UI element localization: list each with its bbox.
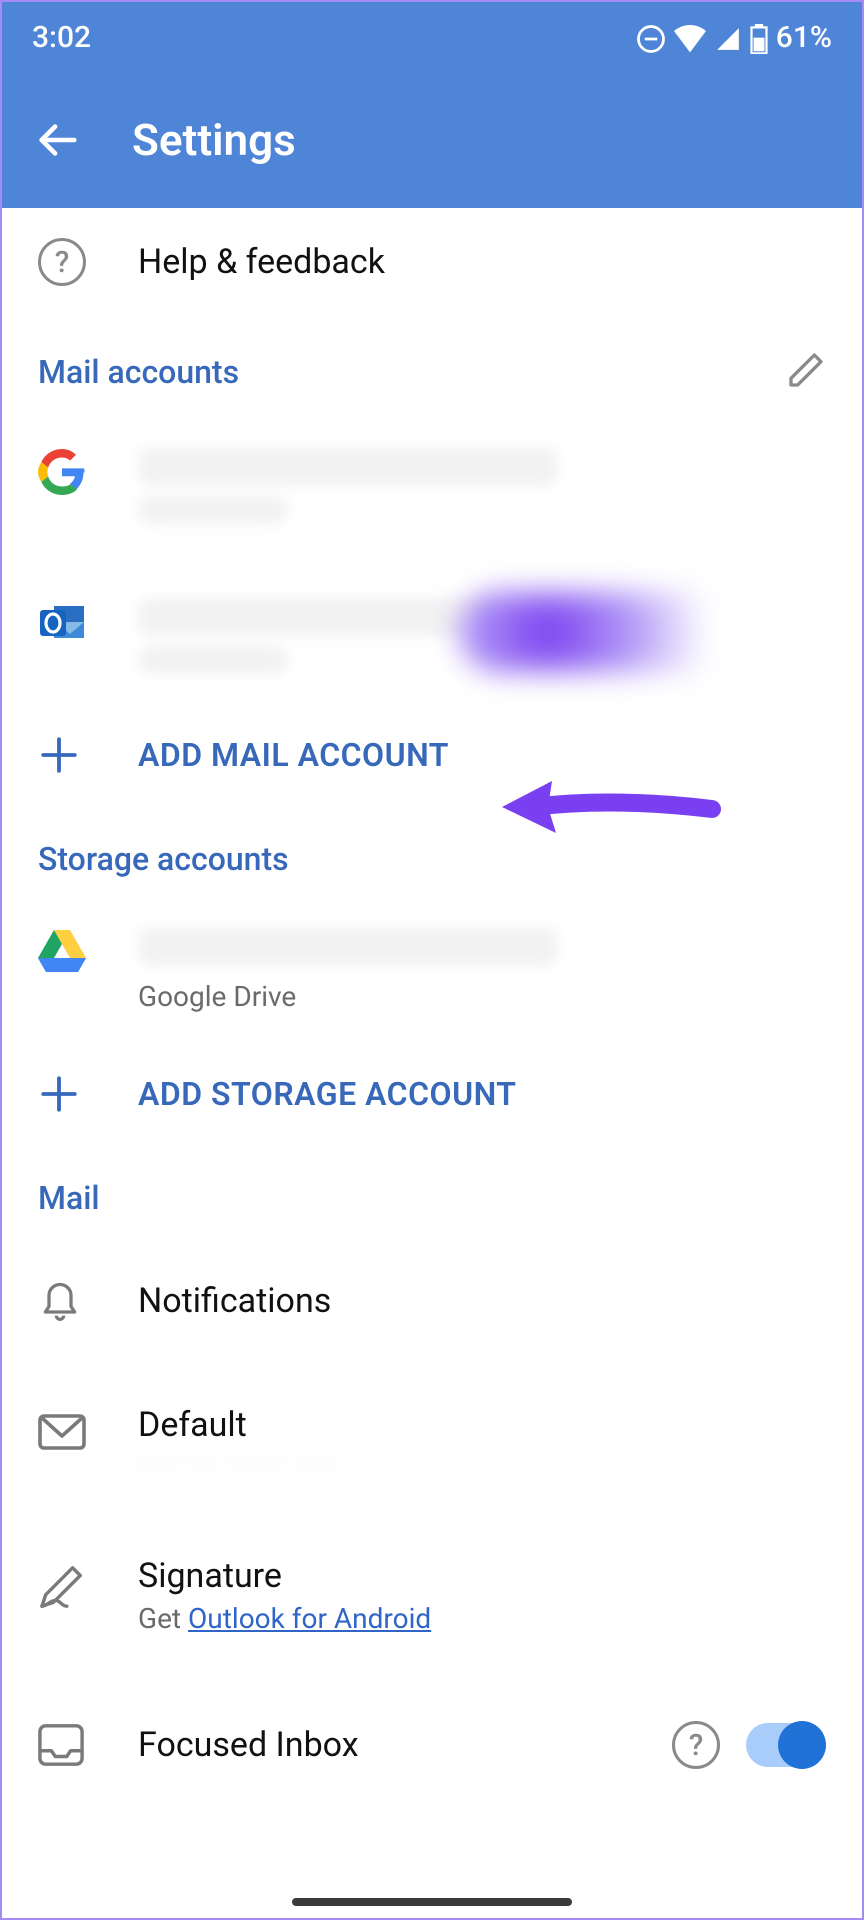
arrow-left-icon <box>34 117 80 163</box>
signature-subtext: Get Outlook for Android <box>138 1602 826 1635</box>
notifications-label: Notifications <box>138 1281 826 1321</box>
redacted-text: · · · · · · · · · · · · <box>138 1445 826 1480</box>
redacted-text <box>138 448 558 486</box>
focused-help-button[interactable]: ? <box>672 1721 720 1769</box>
app-bar: Settings <box>2 72 862 208</box>
mail-account-google[interactable] <box>2 404 862 554</box>
plus-icon <box>38 734 80 776</box>
back-button[interactable] <box>32 115 82 165</box>
redacted-text <box>138 646 288 674</box>
add-mail-account-button[interactable]: ADD MAIL ACCOUNT <box>2 704 862 806</box>
toggle-knob <box>778 1721 826 1769</box>
wifi-icon <box>674 20 706 55</box>
section-storage-accounts-label: Storage accounts <box>38 840 289 878</box>
focused-inbox-row[interactable]: Focused Inbox ? <box>2 1665 862 1799</box>
inbox-icon <box>38 1723 84 1767</box>
add-storage-account-button[interactable]: ADD STORAGE ACCOUNT <box>2 1043 862 1145</box>
outlook-android-link[interactable]: Outlook for Android <box>188 1602 431 1635</box>
status-time: 3:02 <box>32 20 91 55</box>
redacted-text <box>138 496 288 524</box>
mail-icon <box>38 1413 86 1451</box>
redacted-badge <box>458 592 758 672</box>
google-drive-icon <box>38 928 86 976</box>
focused-toggle[interactable] <box>746 1723 826 1767</box>
bell-icon <box>38 1277 82 1325</box>
section-mail-label: Mail <box>38 1179 100 1217</box>
mail-account-outlook[interactable] <box>2 554 862 704</box>
battery-icon <box>750 20 768 55</box>
default-row[interactable]: Default · · · · · · · · · · · · <box>2 1375 862 1510</box>
add-storage-label: ADD STORAGE ACCOUNT <box>138 1075 826 1113</box>
redacted-text <box>138 598 498 636</box>
signature-label: Signature <box>138 1556 826 1596</box>
drive-label: Google Drive <box>138 980 826 1013</box>
section-mail: Mail <box>2 1145 862 1227</box>
section-storage-accounts: Storage accounts <box>2 806 862 888</box>
page-title: Settings <box>132 114 296 166</box>
dnd-icon <box>636 20 666 55</box>
redacted-text <box>138 928 558 966</box>
edit-accounts-button[interactable] <box>786 350 826 394</box>
add-mail-label: ADD MAIL ACCOUNT <box>138 736 826 774</box>
signature-prefix: Get <box>138 1602 188 1635</box>
section-mail-accounts: Mail accounts <box>2 316 862 404</box>
status-bar: 3:02 61% <box>2 2 862 72</box>
storage-account-drive[interactable]: Google Drive <box>2 888 862 1043</box>
google-icon <box>38 448 86 500</box>
pencil-icon <box>786 350 826 390</box>
cell-signal-icon <box>714 20 742 55</box>
section-mail-accounts-label: Mail accounts <box>38 353 239 391</box>
focused-label: Focused Inbox <box>138 1725 672 1765</box>
signature-icon <box>38 1564 88 1610</box>
help-feedback-row[interactable]: ? Help & feedback <box>2 208 862 316</box>
notifications-row[interactable]: Notifications <box>2 1227 862 1375</box>
home-indicator <box>292 1898 572 1906</box>
battery-percent: 61% <box>776 20 832 55</box>
outlook-icon <box>38 598 86 650</box>
signature-row[interactable]: Signature Get Outlook for Android <box>2 1510 862 1665</box>
plus-icon <box>38 1073 80 1115</box>
default-label: Default <box>138 1405 826 1445</box>
help-icon: ? <box>38 238 86 286</box>
status-indicators: 61% <box>636 20 832 55</box>
help-label: Help & feedback <box>138 242 826 282</box>
